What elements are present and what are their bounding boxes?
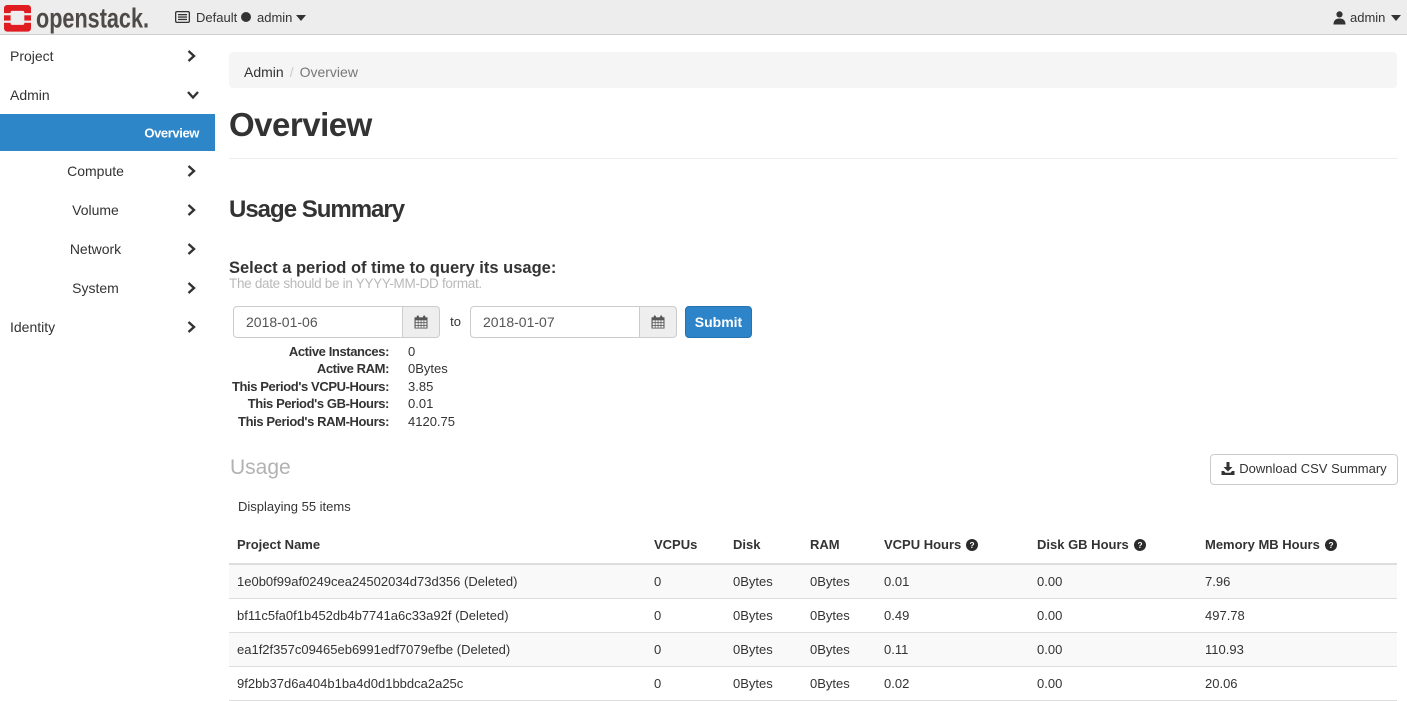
svg-text:openstack.: openstack. bbox=[36, 3, 149, 34]
svg-text:?: ? bbox=[1328, 539, 1333, 549]
svg-text:?: ? bbox=[1137, 539, 1142, 549]
svg-text:?: ? bbox=[970, 539, 975, 549]
